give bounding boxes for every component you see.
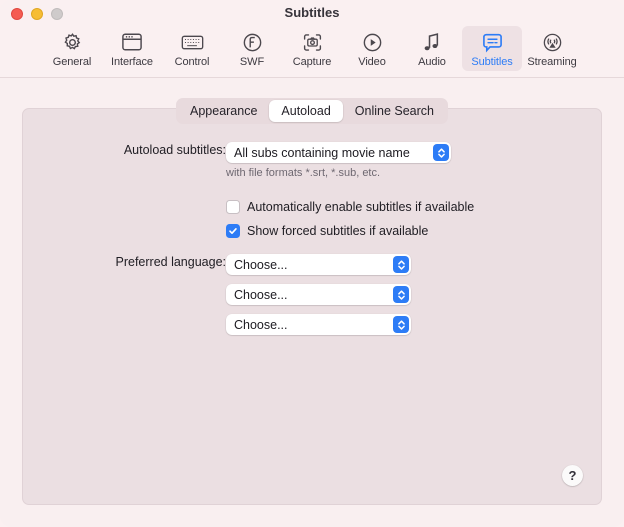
preferred-language-select-3[interactable]: Choose... (226, 314, 411, 335)
window-title: Subtitles (284, 5, 340, 20)
toolbar-label-audio: Audio (418, 56, 446, 68)
keyboard-icon (181, 29, 204, 55)
preferences-toolbar: General Interface Control SWF Capture Vi… (0, 26, 624, 78)
preferences-window: Subtitles General Interface Control SWF … (0, 0, 624, 527)
toolbar-item-streaming[interactable]: Streaming (522, 26, 582, 71)
camera-icon (302, 29, 323, 55)
toolbar-item-general[interactable]: General (42, 26, 102, 71)
music-note-icon (422, 29, 442, 55)
toolbar-label-swf: SWF (239, 56, 265, 68)
chevron-up-down-icon (393, 316, 409, 333)
autoload-subtitles-label: Autoload subtitles: (123, 143, 226, 157)
toolbar-item-subtitles[interactable]: Subtitles (462, 26, 522, 71)
autoload-subtitles-value: All subs containing movie name (234, 145, 410, 160)
gear-icon (62, 29, 83, 55)
tab-online-search[interactable]: Online Search (343, 100, 446, 122)
preferred-language-value-3: Choose... (234, 317, 288, 332)
checkbox-auto-enable[interactable] (226, 200, 240, 214)
toolbar-item-capture[interactable]: Capture (282, 26, 342, 71)
tab-bar: Appearance Autoload Online Search (0, 98, 624, 124)
toolbar-item-swf[interactable]: SWF (222, 26, 282, 71)
autoload-settings-form: Autoload subtitles: All subs containing … (23, 109, 601, 504)
preferred-language-select-1[interactable]: Choose... (226, 254, 411, 275)
play-icon (362, 29, 383, 55)
toolbar-label-subtitles: Subtitles (471, 56, 513, 68)
checkbox-show-forced[interactable] (226, 224, 240, 238)
flash-icon (242, 29, 263, 55)
checkbox-row-auto-enable[interactable]: Automatically enable subtitles if availa… (226, 200, 474, 214)
preferred-language-value-1: Choose... (234, 257, 288, 272)
toolbar-item-interface[interactable]: Interface (102, 26, 162, 71)
checkbox-row-forced[interactable]: Show forced subtitles if available (226, 224, 428, 238)
window-icon (121, 29, 143, 55)
checkbox-auto-enable-label: Automatically enable subtitles if availa… (247, 200, 475, 214)
segmented-control: Appearance Autoload Online Search (176, 98, 448, 124)
toolbar-label-streaming: Streaming (527, 56, 577, 68)
toolbar-item-control[interactable]: Control (162, 26, 222, 71)
toolbar-label-interface: Interface (111, 56, 153, 68)
airplay-icon (542, 29, 563, 55)
toolbar-item-audio[interactable]: Audio (402, 26, 462, 71)
autoload-subtitles-hint: with file formats *.srt, *.sub, etc. (226, 167, 381, 179)
toolbar-item-video[interactable]: Video (342, 26, 402, 71)
toolbar-label-control: Control (174, 56, 210, 68)
speech-bubble-icon (481, 29, 504, 55)
toolbar-label-video: Video (358, 56, 386, 68)
chevron-up-down-icon (433, 144, 449, 161)
preferred-language-label: Preferred language: (115, 255, 227, 269)
content-panel: Autoload subtitles: All subs containing … (22, 108, 602, 505)
title-bar: Subtitles (0, 0, 624, 26)
toolbar-label-general: General (52, 56, 92, 68)
chevron-up-down-icon (393, 286, 409, 303)
autoload-subtitles-label-wrap: Autoload subtitles: (101, 143, 226, 157)
chevron-up-down-icon (393, 256, 409, 273)
tab-appearance[interactable]: Appearance (178, 100, 269, 122)
toolbar-label-capture: Capture (292, 56, 332, 68)
checkbox-show-forced-label: Show forced subtitles if available (247, 224, 429, 238)
tab-autoload[interactable]: Autoload (269, 100, 343, 122)
preferred-language-value-2: Choose... (234, 287, 288, 302)
autoload-subtitles-select[interactable]: All subs containing movie name (226, 142, 451, 163)
preferred-language-select-2[interactable]: Choose... (226, 284, 411, 305)
preferred-language-label-wrap: Preferred language: (93, 255, 227, 269)
help-button[interactable]: ? (562, 465, 583, 486)
